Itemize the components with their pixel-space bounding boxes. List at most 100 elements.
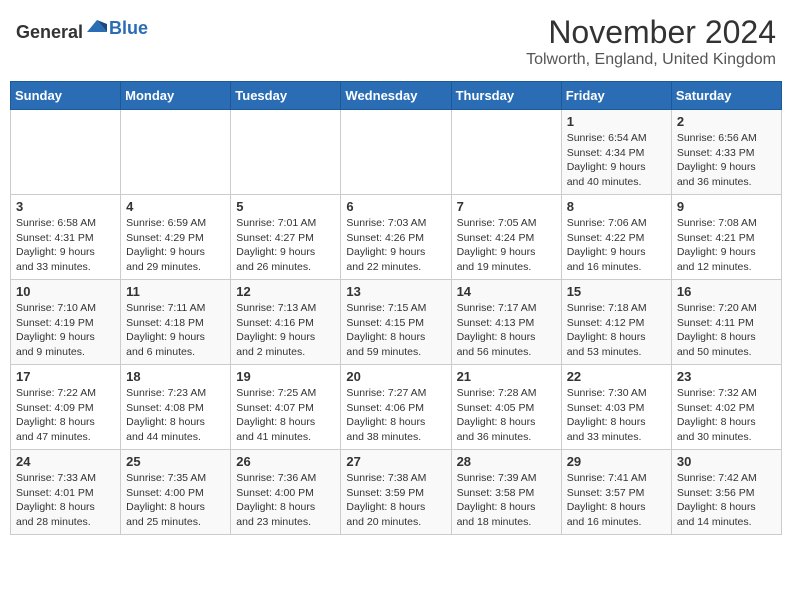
calendar-cell: 15 Sunrise: 7:18 AM Sunset: 4:12 PM Dayli… bbox=[561, 280, 671, 365]
day-number: 6 bbox=[346, 199, 445, 214]
day-info: Sunrise: 6:54 AM Sunset: 4:34 PM Dayligh… bbox=[567, 131, 666, 190]
logo-blue: Blue bbox=[109, 18, 148, 39]
day-number: 13 bbox=[346, 284, 445, 299]
col-header-sunday: Sunday bbox=[11, 82, 121, 110]
calendar-cell: 28 Sunrise: 7:39 AM Sunset: 3:58 PM Dayli… bbox=[451, 450, 561, 535]
day-number: 7 bbox=[457, 199, 556, 214]
day-number: 24 bbox=[16, 454, 115, 469]
calendar-cell: 16 Sunrise: 7:20 AM Sunset: 4:11 PM Dayli… bbox=[671, 280, 781, 365]
calendar-cell: 18 Sunrise: 7:23 AM Sunset: 4:08 PM Dayli… bbox=[121, 365, 231, 450]
calendar-table: SundayMondayTuesdayWednesdayThursdayFrid… bbox=[10, 81, 782, 535]
calendar-cell: 11 Sunrise: 7:11 AM Sunset: 4:18 PM Dayli… bbox=[121, 280, 231, 365]
calendar-cell: 17 Sunrise: 7:22 AM Sunset: 4:09 PM Dayli… bbox=[11, 365, 121, 450]
day-info: Sunrise: 6:58 AM Sunset: 4:31 PM Dayligh… bbox=[16, 216, 115, 275]
calendar-cell: 3 Sunrise: 6:58 AM Sunset: 4:31 PM Daylig… bbox=[11, 195, 121, 280]
day-number: 15 bbox=[567, 284, 666, 299]
day-number: 22 bbox=[567, 369, 666, 384]
day-info: Sunrise: 7:23 AM Sunset: 4:08 PM Dayligh… bbox=[126, 386, 225, 445]
day-number: 28 bbox=[457, 454, 556, 469]
calendar-cell: 21Sunrise: 7:28 AM Sunset: 4:05 PM Dayli… bbox=[451, 365, 561, 450]
col-header-monday: Monday bbox=[121, 82, 231, 110]
calendar-cell: 19 Sunrise: 7:25 AM Sunset: 4:07 PM Dayli… bbox=[231, 365, 341, 450]
day-number: 5 bbox=[236, 199, 335, 214]
day-info: Sunrise: 7:18 AM Sunset: 4:12 PM Dayligh… bbox=[567, 301, 666, 360]
month-title: November 2024 bbox=[526, 14, 776, 51]
day-number: 20 bbox=[346, 369, 445, 384]
day-number: 30 bbox=[677, 454, 776, 469]
day-info: Sunrise: 7:22 AM Sunset: 4:09 PM Dayligh… bbox=[16, 386, 115, 445]
day-info: Sunrise: 7:10 AM Sunset: 4:19 PM Dayligh… bbox=[16, 301, 115, 360]
calendar-header-row: SundayMondayTuesdayWednesdayThursdayFrid… bbox=[11, 82, 782, 110]
calendar-cell bbox=[341, 110, 451, 195]
day-info: Sunrise: 7:11 AM Sunset: 4:18 PM Dayligh… bbox=[126, 301, 225, 360]
day-info: Sunrise: 7:20 AM Sunset: 4:11 PM Dayligh… bbox=[677, 301, 776, 360]
day-info: Sunrise: 7:25 AM Sunset: 4:07 PM Dayligh… bbox=[236, 386, 335, 445]
day-number: 11 bbox=[126, 284, 225, 299]
day-number: 12 bbox=[236, 284, 335, 299]
day-info: Sunrise: 7:08 AM Sunset: 4:21 PM Dayligh… bbox=[677, 216, 776, 275]
week-row-1: 1 Sunrise: 6:54 AM Sunset: 4:34 PM Daylig… bbox=[11, 110, 782, 195]
day-number: 1 bbox=[567, 114, 666, 129]
col-header-saturday: Saturday bbox=[671, 82, 781, 110]
calendar-cell: 8Sunrise: 7:06 AM Sunset: 4:22 PM Daylig… bbox=[561, 195, 671, 280]
calendar-cell: 24 Sunrise: 7:33 AM Sunset: 4:01 PM Dayli… bbox=[11, 450, 121, 535]
calendar-cell: 25 Sunrise: 7:35 AM Sunset: 4:00 PM Dayli… bbox=[121, 450, 231, 535]
day-info: Sunrise: 7:17 AM Sunset: 4:13 PM Dayligh… bbox=[457, 301, 556, 360]
title-area: November 2024 Tolworth, England, United … bbox=[526, 14, 776, 69]
day-info: Sunrise: 7:05 AM Sunset: 4:24 PM Dayligh… bbox=[457, 216, 556, 275]
logo-general: General bbox=[16, 22, 83, 42]
calendar-cell: 23 Sunrise: 7:32 AM Sunset: 4:02 PM Dayli… bbox=[671, 365, 781, 450]
logo: General Blue bbox=[16, 14, 148, 43]
calendar-cell: 29Sunrise: 7:41 AM Sunset: 3:57 PM Dayli… bbox=[561, 450, 671, 535]
day-info: Sunrise: 6:56 AM Sunset: 4:33 PM Dayligh… bbox=[677, 131, 776, 190]
week-row-5: 24 Sunrise: 7:33 AM Sunset: 4:01 PM Dayli… bbox=[11, 450, 782, 535]
logo-text: General bbox=[16, 14, 109, 43]
calendar-cell: 1 Sunrise: 6:54 AM Sunset: 4:34 PM Daylig… bbox=[561, 110, 671, 195]
day-number: 10 bbox=[16, 284, 115, 299]
day-info: Sunrise: 7:27 AM Sunset: 4:06 PM Dayligh… bbox=[346, 386, 445, 445]
calendar-cell: 14Sunrise: 7:17 AM Sunset: 4:13 PM Dayli… bbox=[451, 280, 561, 365]
day-info: Sunrise: 7:32 AM Sunset: 4:02 PM Dayligh… bbox=[677, 386, 776, 445]
day-number: 3 bbox=[16, 199, 115, 214]
page-header: General Blue November 2024 Tolworth, Eng… bbox=[10, 10, 782, 73]
day-number: 26 bbox=[236, 454, 335, 469]
day-info: Sunrise: 7:15 AM Sunset: 4:15 PM Dayligh… bbox=[346, 301, 445, 360]
logo-icon bbox=[85, 14, 109, 38]
day-info: Sunrise: 7:42 AM Sunset: 3:56 PM Dayligh… bbox=[677, 471, 776, 530]
calendar-cell: 6 Sunrise: 7:03 AM Sunset: 4:26 PM Daylig… bbox=[341, 195, 451, 280]
day-info: Sunrise: 7:39 AM Sunset: 3:58 PM Dayligh… bbox=[457, 471, 556, 530]
calendar-cell: 20 Sunrise: 7:27 AM Sunset: 4:06 PM Dayli… bbox=[341, 365, 451, 450]
day-info: Sunrise: 7:35 AM Sunset: 4:00 PM Dayligh… bbox=[126, 471, 225, 530]
calendar-cell: 5 Sunrise: 7:01 AM Sunset: 4:27 PM Daylig… bbox=[231, 195, 341, 280]
week-row-3: 10 Sunrise: 7:10 AM Sunset: 4:19 PM Dayli… bbox=[11, 280, 782, 365]
day-number: 18 bbox=[126, 369, 225, 384]
day-number: 2 bbox=[677, 114, 776, 129]
calendar-cell: 30 Sunrise: 7:42 AM Sunset: 3:56 PM Dayli… bbox=[671, 450, 781, 535]
day-info: Sunrise: 7:41 AM Sunset: 3:57 PM Dayligh… bbox=[567, 471, 666, 530]
calendar-cell: 9Sunrise: 7:08 AM Sunset: 4:21 PM Daylig… bbox=[671, 195, 781, 280]
calendar-cell: 26 Sunrise: 7:36 AM Sunset: 4:00 PM Dayli… bbox=[231, 450, 341, 535]
col-header-tuesday: Tuesday bbox=[231, 82, 341, 110]
day-info: Sunrise: 7:38 AM Sunset: 3:59 PM Dayligh… bbox=[346, 471, 445, 530]
calendar-cell: 12Sunrise: 7:13 AM Sunset: 4:16 PM Dayli… bbox=[231, 280, 341, 365]
day-info: Sunrise: 7:03 AM Sunset: 4:26 PM Dayligh… bbox=[346, 216, 445, 275]
day-info: Sunrise: 7:01 AM Sunset: 4:27 PM Dayligh… bbox=[236, 216, 335, 275]
day-info: Sunrise: 7:36 AM Sunset: 4:00 PM Dayligh… bbox=[236, 471, 335, 530]
day-number: 23 bbox=[677, 369, 776, 384]
day-number: 19 bbox=[236, 369, 335, 384]
day-info: Sunrise: 7:33 AM Sunset: 4:01 PM Dayligh… bbox=[16, 471, 115, 530]
calendar-cell bbox=[121, 110, 231, 195]
calendar-cell bbox=[451, 110, 561, 195]
day-number: 25 bbox=[126, 454, 225, 469]
calendar-cell: 22Sunrise: 7:30 AM Sunset: 4:03 PM Dayli… bbox=[561, 365, 671, 450]
day-number: 16 bbox=[677, 284, 776, 299]
location-title: Tolworth, England, United Kingdom bbox=[526, 51, 776, 69]
calendar-cell: 27Sunrise: 7:38 AM Sunset: 3:59 PM Dayli… bbox=[341, 450, 451, 535]
calendar-cell: 2 Sunrise: 6:56 AM Sunset: 4:33 PM Daylig… bbox=[671, 110, 781, 195]
calendar-cell: 7 Sunrise: 7:05 AM Sunset: 4:24 PM Daylig… bbox=[451, 195, 561, 280]
day-number: 17 bbox=[16, 369, 115, 384]
col-header-wednesday: Wednesday bbox=[341, 82, 451, 110]
day-number: 8 bbox=[567, 199, 666, 214]
week-row-4: 17 Sunrise: 7:22 AM Sunset: 4:09 PM Dayli… bbox=[11, 365, 782, 450]
calendar-cell: 10 Sunrise: 7:10 AM Sunset: 4:19 PM Dayli… bbox=[11, 280, 121, 365]
